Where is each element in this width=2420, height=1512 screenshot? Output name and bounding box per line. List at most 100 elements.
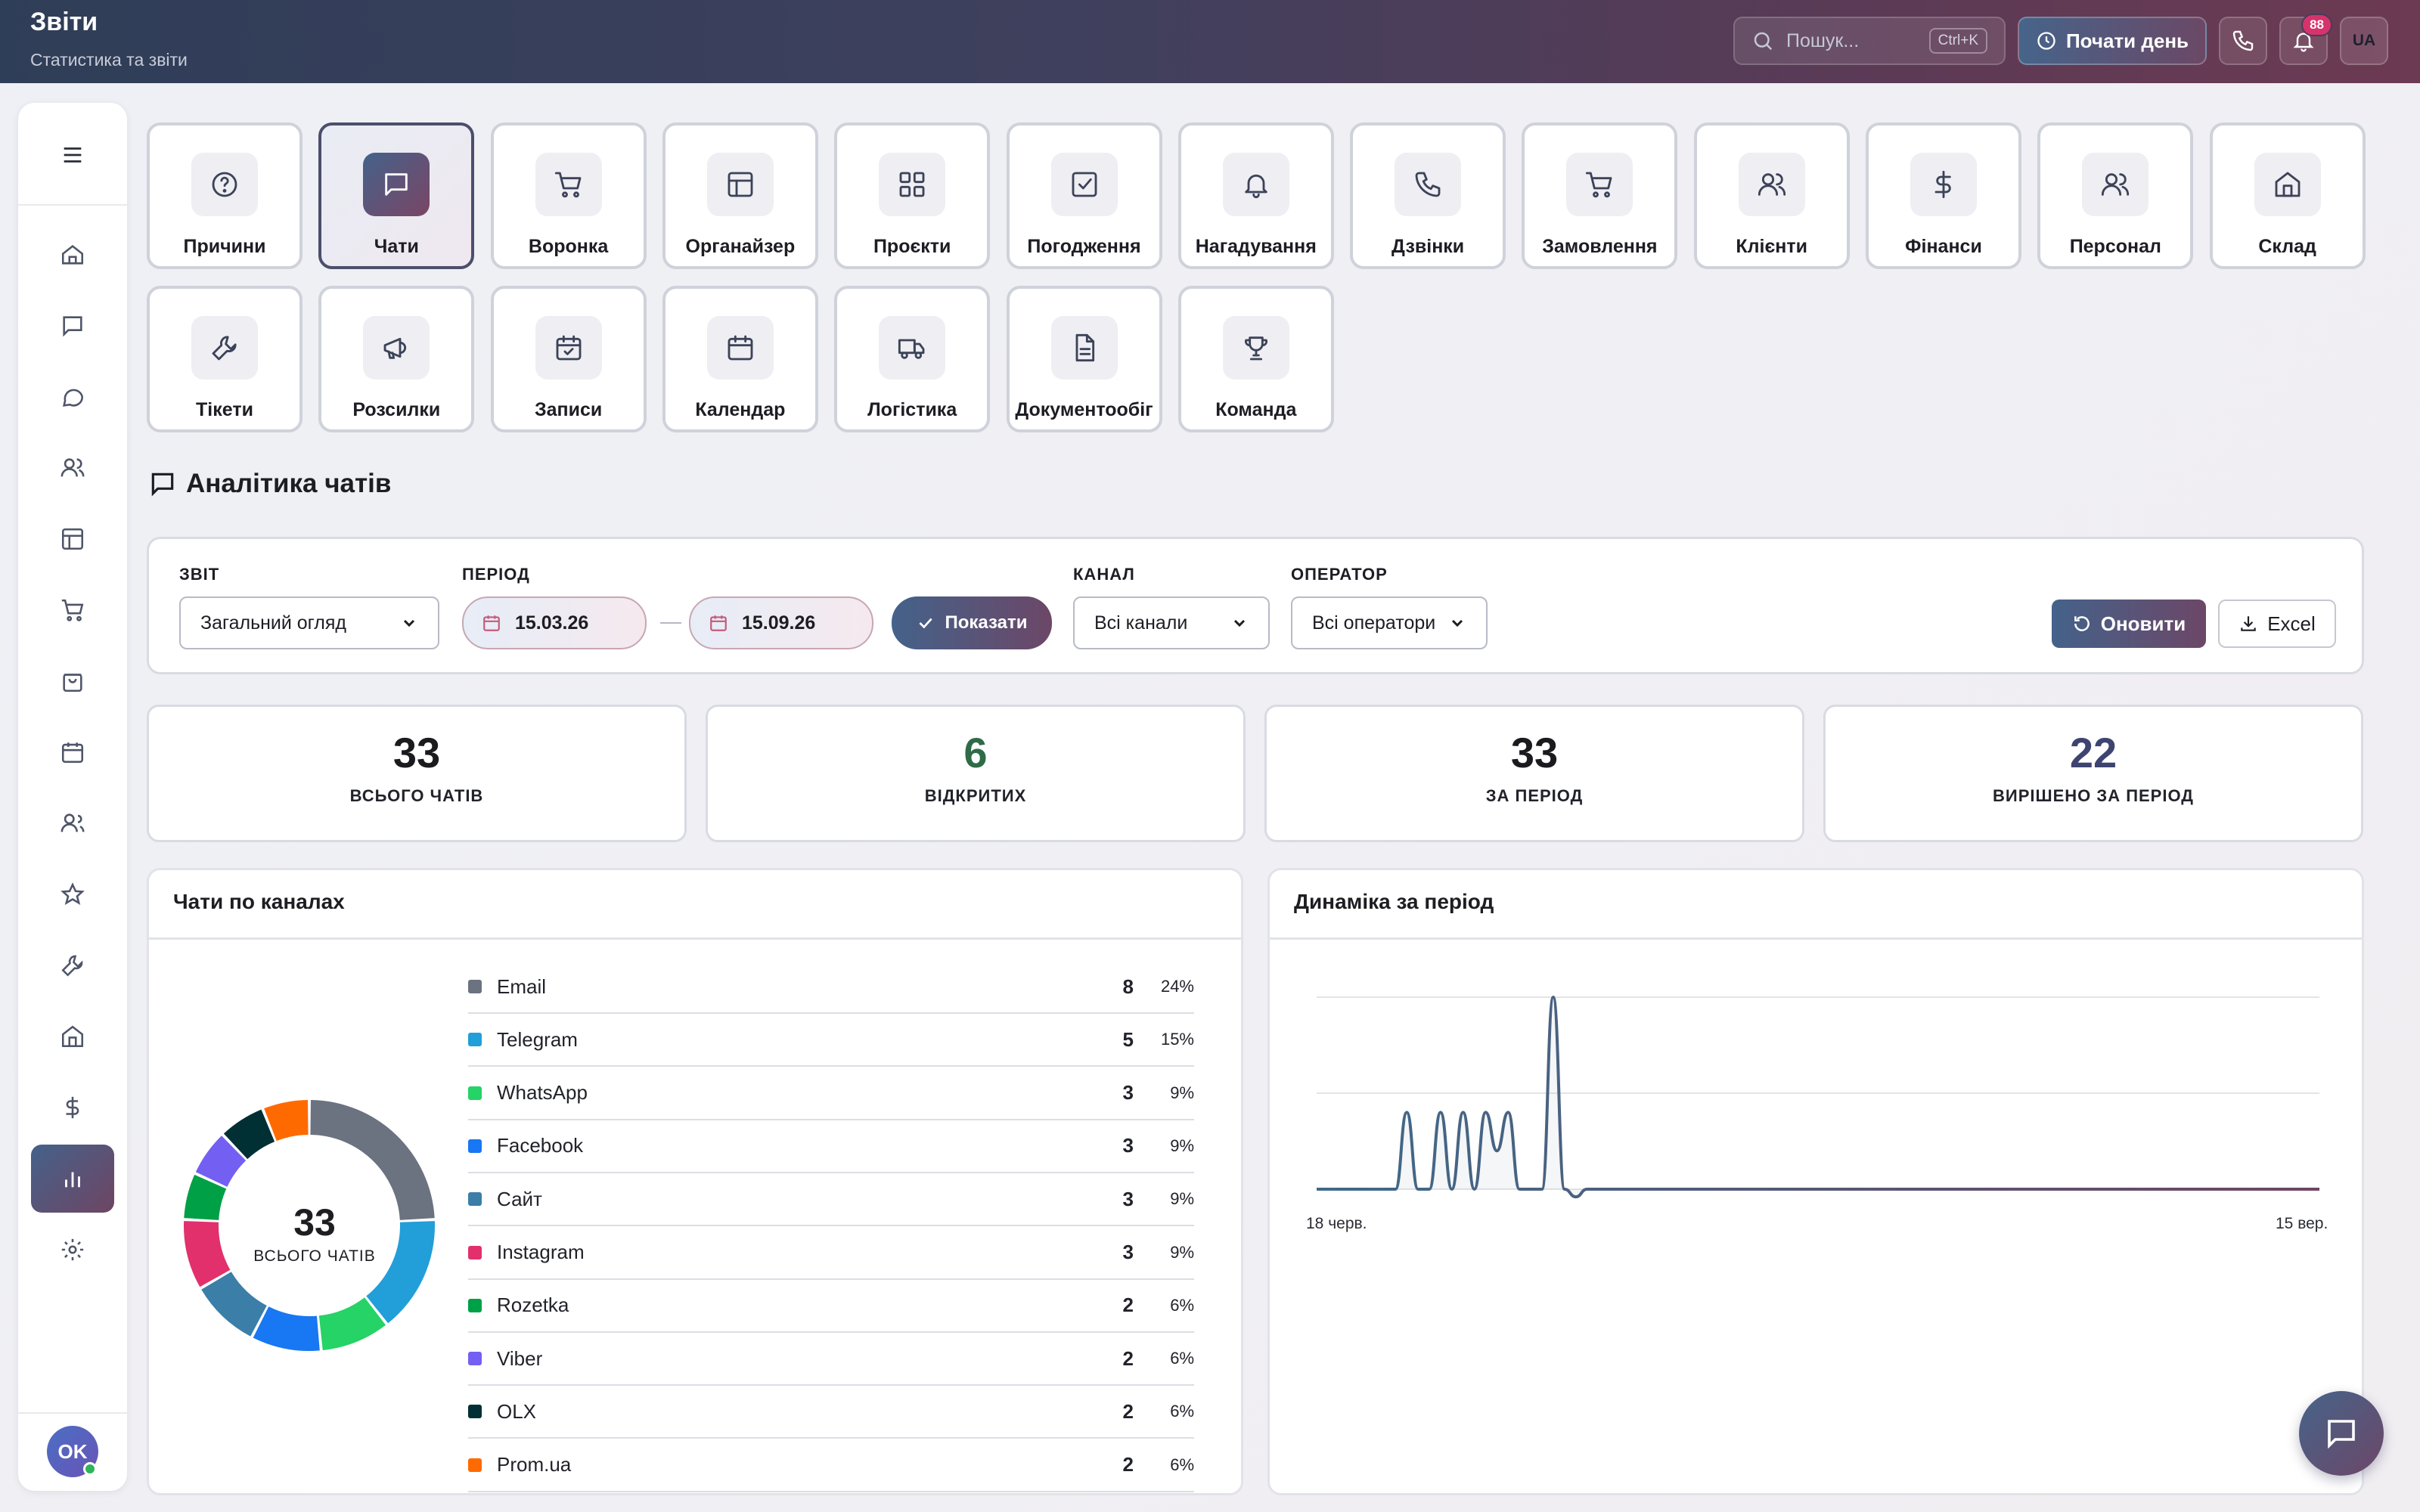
message-circle-icon bbox=[63, 389, 84, 407]
channel-label: КАНАЛ bbox=[1073, 565, 1135, 584]
sidebar-item-tickets[interactable] bbox=[31, 931, 114, 999]
sidebar-item-team[interactable] bbox=[31, 789, 114, 857]
stat-value: 33 bbox=[392, 729, 441, 776]
module-tile[interactable]: Тікети bbox=[147, 286, 302, 432]
module-tile[interactable]: Замовлення bbox=[1522, 122, 1678, 269]
module-tile[interactable]: Документообіг bbox=[1006, 286, 1162, 432]
calendar-icon bbox=[483, 615, 500, 631]
search-input[interactable]: Пошук... Ctrl+K bbox=[1733, 17, 2006, 65]
page-subtitle: Статистика та звіти bbox=[30, 50, 188, 70]
avatar-initials: OK bbox=[57, 1439, 88, 1463]
module-tile-label: Погодження bbox=[1027, 236, 1141, 257]
start-day-button[interactable]: Почати день bbox=[2018, 17, 2207, 65]
stat-card-open: 6 ВІДКРИТИХ bbox=[706, 705, 1246, 842]
module-tile[interactable]: Причини bbox=[147, 122, 302, 269]
module-tile-label: Чати bbox=[374, 236, 419, 257]
module-tile[interactable]: Воронка bbox=[490, 122, 647, 269]
module-tile[interactable]: Органайзер bbox=[662, 122, 818, 269]
module-tile[interactable]: Чати bbox=[318, 122, 475, 269]
menu-toggle-button[interactable] bbox=[31, 121, 114, 189]
sidebar-item-chats[interactable] bbox=[31, 292, 114, 360]
check-icon bbox=[919, 618, 933, 629]
avatar[interactable]: OK bbox=[47, 1426, 98, 1477]
module-tile[interactable]: Розсилки bbox=[318, 286, 475, 432]
module-tile-label: Фінанси bbox=[1905, 236, 1982, 257]
legend-swatch bbox=[468, 1458, 482, 1472]
bag-icon bbox=[63, 674, 82, 692]
legend-row: Telegram 5 15% bbox=[468, 1014, 1194, 1067]
donut-slice bbox=[253, 1306, 320, 1351]
sidebar-item-shop[interactable] bbox=[31, 647, 114, 715]
layout-icon bbox=[706, 153, 774, 216]
dollar-icon bbox=[1910, 153, 1977, 216]
sidebar-item-warehouse[interactable] bbox=[31, 1002, 114, 1070]
legend-swatch bbox=[468, 1086, 482, 1100]
operator-label: ОПЕРАТОР bbox=[1291, 565, 1388, 584]
module-tile[interactable]: Склад bbox=[2209, 122, 2366, 269]
legend-swatch bbox=[468, 1192, 482, 1207]
language-button[interactable]: UA bbox=[2340, 17, 2388, 65]
channel-select[interactable]: Всі канали bbox=[1073, 596, 1270, 649]
notifications-badge: 88 bbox=[2301, 14, 2332, 36]
legend-row: Facebook 3 9% bbox=[468, 1120, 1194, 1173]
x-axis-start-label: 18 черв. bbox=[1306, 1215, 1367, 1232]
legend-count: 3 bbox=[1122, 1187, 1134, 1210]
megaphone-icon bbox=[363, 316, 430, 380]
date-from-value: 15.03.26 bbox=[515, 612, 589, 634]
stat-card-period: 33 ЗА ПЕРІОД bbox=[1264, 705, 1804, 842]
module-tile-label: Календар bbox=[695, 399, 786, 420]
sidebar-item-favorites[interactable] bbox=[31, 860, 114, 928]
legend-row: Email 8 24% bbox=[468, 961, 1194, 1014]
module-tile-label: Розсилки bbox=[352, 399, 441, 420]
cart-icon bbox=[1566, 153, 1634, 216]
phone-button[interactable] bbox=[2219, 17, 2267, 65]
legend-percent: 6% bbox=[1170, 1349, 1194, 1368]
sidebar-item-clients[interactable] bbox=[31, 434, 114, 502]
legend-channel-name: Instagram bbox=[497, 1241, 585, 1263]
sidebar-item-calendar[interactable] bbox=[31, 718, 114, 786]
module-tile[interactable]: Записи bbox=[490, 286, 647, 432]
calendar-icon bbox=[61, 742, 84, 764]
module-tile[interactable]: Клієнти bbox=[1693, 122, 1850, 269]
show-button[interactable]: Показати bbox=[892, 596, 1052, 649]
module-tile[interactable]: Нагадування bbox=[1177, 122, 1334, 269]
refresh-button[interactable]: Оновити bbox=[2052, 600, 2206, 648]
notifications-button[interactable]: 88 bbox=[2279, 14, 2332, 65]
module-tile[interactable]: Дзвінки bbox=[1350, 122, 1506, 269]
check-square-icon bbox=[1050, 153, 1118, 216]
legend-percent: 6% bbox=[1170, 1402, 1194, 1421]
module-tile[interactable]: Логістика bbox=[834, 286, 991, 432]
sidebar-item-home[interactable] bbox=[31, 221, 114, 289]
sidebar-item-orders[interactable] bbox=[31, 576, 114, 644]
stat-value: 22 bbox=[2069, 729, 2118, 776]
donut-center: 33 ВСЬОГО ЧАТІВ bbox=[239, 1201, 390, 1266]
module-tile[interactable]: Календар bbox=[662, 286, 818, 432]
module-tile[interactable]: Персонал bbox=[2037, 122, 2194, 269]
start-day-label: Почати день bbox=[2065, 29, 2189, 52]
operator-select[interactable]: Всі оператори bbox=[1291, 596, 1488, 649]
excel-export-button[interactable]: Excel bbox=[2218, 600, 2336, 648]
module-tile[interactable]: Команда bbox=[1177, 286, 1334, 432]
sidebar-item-messages[interactable] bbox=[31, 363, 114, 431]
legend-swatch bbox=[468, 1139, 482, 1153]
legend-percent: 6% bbox=[1170, 1455, 1194, 1474]
sidebar-item-organizer[interactable] bbox=[31, 505, 114, 573]
module-tile-label: Замовлення bbox=[1542, 236, 1658, 257]
report-select[interactable]: Загальний огляд bbox=[179, 596, 439, 649]
page-title: Звіти bbox=[30, 8, 98, 36]
date-from-input[interactable]: 15.03.26 bbox=[462, 596, 647, 649]
module-tile[interactable]: Фінанси bbox=[1866, 122, 2021, 269]
stat-caption: ВСЬОГО ЧАТІВ bbox=[349, 786, 484, 805]
date-to-input[interactable]: 15.09.26 bbox=[689, 596, 873, 649]
sidebar-item-settings[interactable] bbox=[31, 1216, 114, 1284]
module-tile[interactable]: Проєкти bbox=[834, 122, 991, 269]
bar-chart-icon bbox=[65, 1172, 80, 1188]
report-label: ЗВІТ bbox=[179, 565, 220, 584]
legend-row: Сайт 3 9% bbox=[468, 1173, 1194, 1227]
sidebar-item-finance[interactable] bbox=[31, 1074, 114, 1142]
legend-channel-name: Сайт bbox=[497, 1187, 542, 1210]
sidebar-item-reports[interactable] bbox=[31, 1145, 114, 1213]
module-tile-label: Дзвінки bbox=[1392, 236, 1465, 257]
module-tile[interactable]: Погодження bbox=[1006, 122, 1162, 269]
floating-chat-button[interactable] bbox=[2299, 1391, 2384, 1476]
